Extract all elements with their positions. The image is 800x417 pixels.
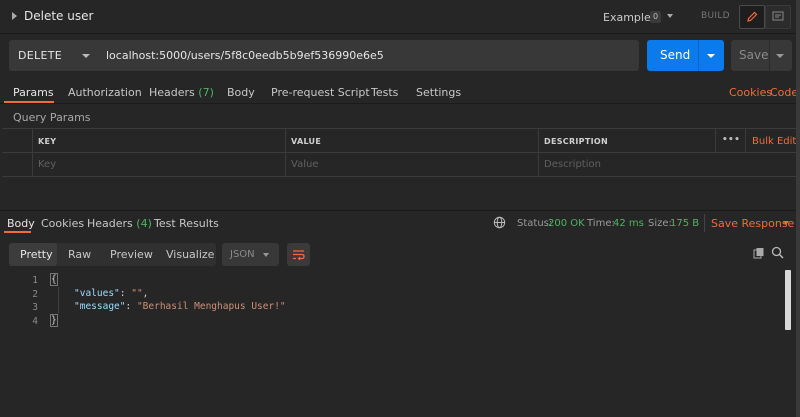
globe-icon[interactable] [493,216,506,229]
raw-button[interactable]: Raw [68,248,91,261]
response-headers-count: (4) [136,217,152,230]
pane-resizer[interactable] [0,177,800,211]
status-value[interactable]: 200 OK [548,218,585,229]
code-line: "message": "Berhasil Menghapus User!" [74,301,286,312]
headers-count: (7) [198,86,214,99]
status-label: Status: [517,218,553,229]
column-divider [32,129,33,176]
divider [704,214,705,232]
json-string: "Berhasil Menghapus User!" [136,301,286,312]
code-link[interactable]: Code [770,86,798,99]
response-tab-headers[interactable]: Headers (4) [87,217,152,230]
table-row-divider [2,152,800,153]
size-label: Size: [648,218,672,229]
cookies-link[interactable]: Cookies [729,86,772,99]
pencil-icon [747,11,758,22]
wrap-lines-button[interactable] [287,243,310,266]
column-divider [285,129,286,176]
pretty-button[interactable]: Pretty [20,248,53,261]
line-number: 4 [32,316,38,327]
send-label: Send [660,48,691,62]
examples-count-badge: 0 [650,11,661,23]
json-key: "values" [74,288,120,299]
preview-button[interactable]: Preview [110,248,153,261]
tab-body[interactable]: Body [227,86,255,99]
json-key: "message" [74,301,126,312]
tab-params[interactable]: Params [13,86,54,99]
send-options-chevron-icon[interactable] [707,54,715,58]
send-divider [698,40,699,71]
tab-tests[interactable]: Tests [371,86,398,99]
response-tab-headers-label: Headers [87,217,133,230]
indent-guide [58,287,59,314]
chevron-down-icon[interactable] [667,14,673,18]
more-options-icon[interactable]: ••• [722,135,740,145]
chevron-down-icon[interactable] [783,221,789,225]
chevron-down-icon [263,253,269,257]
visualize-button[interactable]: Visualize [166,248,214,261]
tab-authorization[interactable]: Authorization [68,86,142,99]
size-value[interactable]: 175 B [670,218,699,229]
comments-button[interactable] [765,5,791,29]
method-label: DELETE [18,49,62,62]
column-divider [538,129,539,176]
line-number: 2 [32,289,38,300]
examples-dropdown[interactable]: Examples [603,11,656,24]
search-icon[interactable] [771,246,784,259]
save-divider [769,40,770,71]
column-header-key: KEY [38,137,57,146]
collapse-caret-icon[interactable] [12,12,17,20]
column-divider [715,129,716,152]
response-tab-body[interactable]: Body [7,217,35,230]
comment-icon [772,11,784,21]
url-value: localhost:5000/users/5f8c0eedb5b9ef53699… [106,49,384,62]
value-input[interactable]: Value [291,159,318,170]
save-label: Save [739,48,769,62]
active-tab-indicator [4,231,31,233]
response-tab-test-results[interactable]: Test Results [154,217,219,230]
json-string: "" [131,288,143,299]
time-value[interactable]: 42 ms [613,218,644,229]
copy-icon[interactable] [753,247,765,260]
top-bar [0,0,800,34]
build-mode-label[interactable]: BUILD [701,11,730,21]
save-response-button[interactable]: Save Response [711,217,794,230]
save-options-chevron-icon[interactable] [776,54,784,58]
description-input[interactable]: Description [544,159,601,170]
request-title[interactable]: Delete user [24,9,93,23]
wrap-lines-icon [293,250,305,261]
tab-prerequest-script[interactable]: Pre-request Script [271,86,370,99]
code-close-brace: } [51,315,57,326]
code-line: "values": "", [74,288,149,299]
chevron-down-icon [82,54,90,58]
code-open-brace: { [51,274,57,285]
line-number: 1 [32,275,38,286]
edit-button[interactable] [739,5,765,29]
column-divider [745,129,746,152]
tab-settings[interactable]: Settings [416,86,461,99]
response-tab-cookies[interactable]: Cookies [41,217,84,230]
divider [0,103,800,104]
column-header-description: DESCRIPTION [544,137,608,146]
format-label: JSON [230,249,255,260]
tab-headers-label: Headers [149,86,195,99]
bulk-edit-link[interactable]: Bulk Edit [752,136,796,147]
key-input[interactable]: Key [38,159,56,170]
line-number: 3 [32,302,38,313]
column-header-value: VALUE [291,137,322,146]
window-scrollbar[interactable] [796,0,800,417]
query-params-label: Query Params [13,111,91,124]
scrollbar-thumb[interactable] [785,270,791,330]
time-label: Time: [587,218,615,229]
tab-headers[interactable]: Headers (7) [149,86,214,99]
